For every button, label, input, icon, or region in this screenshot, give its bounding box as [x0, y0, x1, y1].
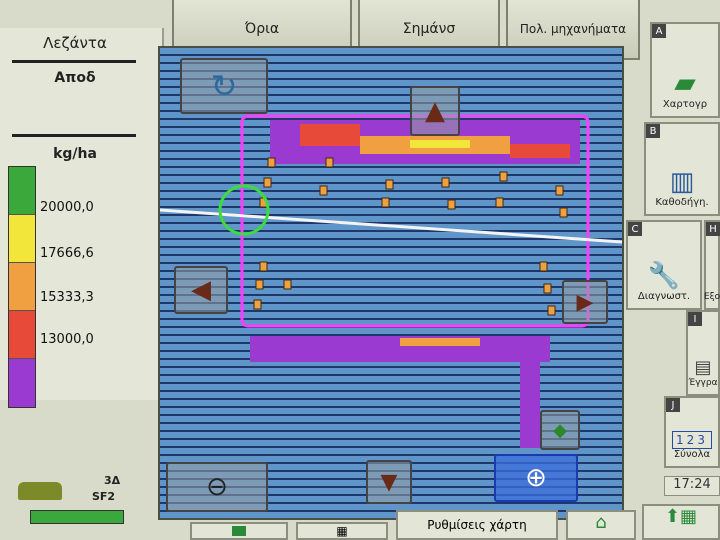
- harvest-patch: [410, 140, 470, 148]
- legend-title: Λεζάντα: [43, 34, 107, 52]
- shortcut-letter: H: [706, 222, 720, 236]
- sidebar-label: Εξο: [703, 292, 720, 302]
- signal-status: SF2: [92, 490, 116, 503]
- sidebar-label: Καθοδήγη.: [655, 197, 709, 208]
- pan-left-button[interactable]: ◀: [174, 266, 228, 314]
- sidebar-label: Έγγρα: [688, 378, 718, 388]
- harvester-icon: [18, 482, 62, 500]
- grid-menu-icon: ⬆▦: [664, 506, 698, 527]
- bottom-button-layers[interactable]: [190, 522, 288, 540]
- map-icon: ▰: [674, 66, 696, 99]
- harvest-patch: [300, 124, 360, 146]
- guidance-line: [160, 208, 622, 244]
- document-icon: ▤: [694, 357, 712, 378]
- sidebar-label: Χαρτογρ: [662, 99, 708, 110]
- zoom-out-icon: ⊖: [206, 472, 228, 502]
- status-bar: [30, 510, 124, 524]
- home-button[interactable]: ⌂: [566, 510, 636, 540]
- layers-icon: [232, 526, 246, 536]
- menu-button[interactable]: ⬆▦: [642, 504, 720, 540]
- arrow-right-icon: ▶: [576, 289, 594, 315]
- tab-label: Όρια: [244, 21, 280, 37]
- shortcut-letter: J: [666, 398, 680, 412]
- divider: [12, 134, 136, 137]
- legend-layer-name: Αποδ: [54, 70, 96, 86]
- legend-value: 17666,6: [40, 246, 94, 261]
- shortcut-letter: I: [688, 312, 702, 326]
- arrow-up-icon: ▲: [425, 96, 445, 126]
- sidebar-item-guidance[interactable]: B ▥ Καθοδήγη.: [644, 122, 720, 216]
- sidebar-item-documents[interactable]: I ▤ Έγγρα: [686, 310, 720, 396]
- pan-down-button[interactable]: ▼: [366, 460, 412, 504]
- pan-right-button[interactable]: ▶: [562, 280, 608, 324]
- sidebar-label: Σύνολα: [673, 449, 711, 460]
- sidebar-label: Διαγνωστ.: [637, 291, 691, 302]
- harvest-strip-right: [520, 348, 540, 448]
- legend-value: 20000,0: [40, 200, 94, 215]
- center-vehicle-button[interactable]: ◆: [540, 410, 580, 450]
- sidebar-item-diagnostics[interactable]: C 🔧 Διαγνωστ.: [626, 220, 702, 310]
- legend-panel: Λεζάντα Αποδ kg/ha 20000,0 17666,6 15333…: [0, 28, 164, 408]
- shortcut-letter: C: [628, 222, 642, 236]
- legend-swatch-yellow: [9, 215, 35, 263]
- sidebar-item-h[interactable]: H Εξο: [704, 220, 720, 310]
- yield-map[interactable]: ↻ ▲ ◀ ▶ ▼ ⊖ ⊕ ◆: [158, 46, 624, 520]
- legend-swatches: [8, 166, 36, 408]
- machine-code: 3Δ: [104, 474, 121, 487]
- grid-icon: ▦: [336, 524, 348, 538]
- shortcut-letter: A: [652, 24, 666, 38]
- zoom-in-icon: ⊕: [525, 463, 547, 493]
- home-icon: ⌂: [595, 512, 607, 533]
- divider: [12, 60, 136, 63]
- rotate-icon: ↻: [210, 67, 238, 105]
- center-vehicle-icon: ◆: [553, 419, 567, 441]
- harvest-patch: [400, 338, 480, 346]
- legend-unit: kg/ha: [53, 146, 97, 162]
- legend-swatch-red: [9, 311, 35, 359]
- arrow-left-icon: ◀: [191, 275, 211, 305]
- clock: 17:24: [664, 476, 720, 496]
- sidebar-item-totals[interactable]: J 123 Σύνολα: [664, 396, 720, 468]
- harvest-patch: [510, 144, 570, 158]
- legend-swatch-purple: [9, 359, 35, 407]
- map-settings-label: Ρυθμίσεις χάρτη: [427, 518, 527, 532]
- legend-value: 15333,3: [40, 290, 94, 305]
- sidebar-item-mapping[interactable]: A ▰ Χαρτογρ: [650, 22, 720, 118]
- counter-icon: 123: [672, 431, 712, 449]
- legend-swatch-green: [9, 167, 35, 215]
- arrow-down-icon: ▼: [380, 469, 398, 495]
- map-settings-button[interactable]: Ρυθμίσεις χάρτη: [396, 510, 558, 540]
- bottom-button-grid[interactable]: ▦: [296, 522, 388, 540]
- flag-markers: [253, 157, 568, 316]
- vehicle-position-marker: [218, 184, 270, 236]
- pan-up-button[interactable]: ▲: [410, 86, 460, 136]
- rotate-map-button[interactable]: ↻: [180, 58, 268, 114]
- legend-swatch-orange: [9, 263, 35, 311]
- tab-label: Σημάνσ: [402, 21, 456, 37]
- zoom-out-button[interactable]: ⊖: [166, 462, 268, 512]
- shortcut-letter: B: [646, 124, 660, 138]
- wrench-book-icon: 🔧: [647, 261, 681, 291]
- tab-label: Πολ. μηχανήματα: [519, 22, 627, 36]
- legend-value: 13000,0: [40, 332, 94, 347]
- guidance-icon: ▥: [669, 167, 695, 197]
- zoom-in-button[interactable]: ⊕: [494, 454, 578, 502]
